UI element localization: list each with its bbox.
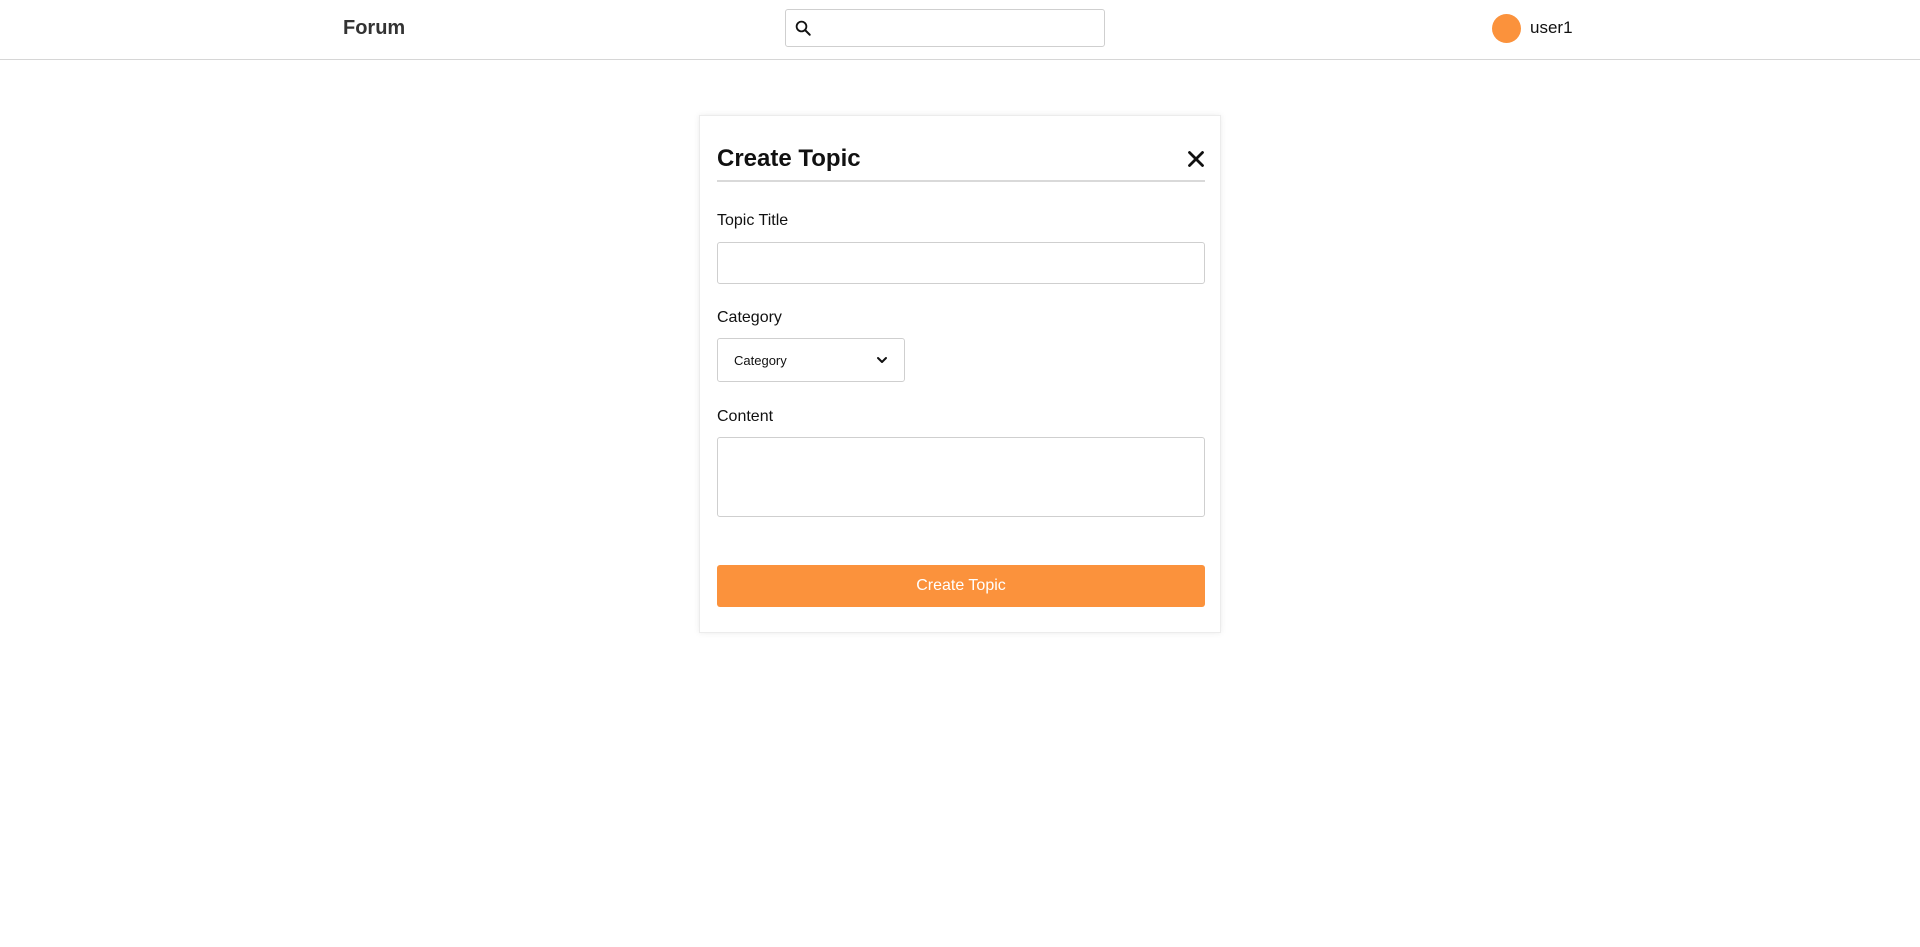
content-label: Content xyxy=(717,408,774,425)
search-box[interactable] xyxy=(785,9,1105,47)
category-selected-value: Category xyxy=(734,352,787,368)
user-menu[interactable]: user1 xyxy=(1492,13,1573,43)
username: user1 xyxy=(1530,18,1573,37)
topic-title-label: Topic Title xyxy=(717,212,789,229)
chevron-down-icon xyxy=(877,357,887,363)
category-label: Category xyxy=(717,309,782,326)
form-header: Create Topic xyxy=(717,144,1205,182)
avatar[interactable] xyxy=(1492,13,1521,43)
topic-title-input[interactable] xyxy=(717,242,1205,284)
create-topic-button[interactable]: Create Topic xyxy=(717,565,1205,607)
close-icon[interactable] xyxy=(1187,150,1205,168)
search-icon xyxy=(795,20,811,36)
form-title: Create Topic xyxy=(717,145,861,172)
category-select[interactable]: Category xyxy=(717,338,905,382)
create-topic-form: Create Topic Topic Title Category Catego… xyxy=(699,115,1221,633)
content-textarea[interactable] xyxy=(717,437,1205,517)
search-input[interactable] xyxy=(818,12,1098,44)
forum-brand[interactable]: Forum xyxy=(343,16,405,40)
top-navigation-bar: Forum user1 xyxy=(0,0,1920,60)
